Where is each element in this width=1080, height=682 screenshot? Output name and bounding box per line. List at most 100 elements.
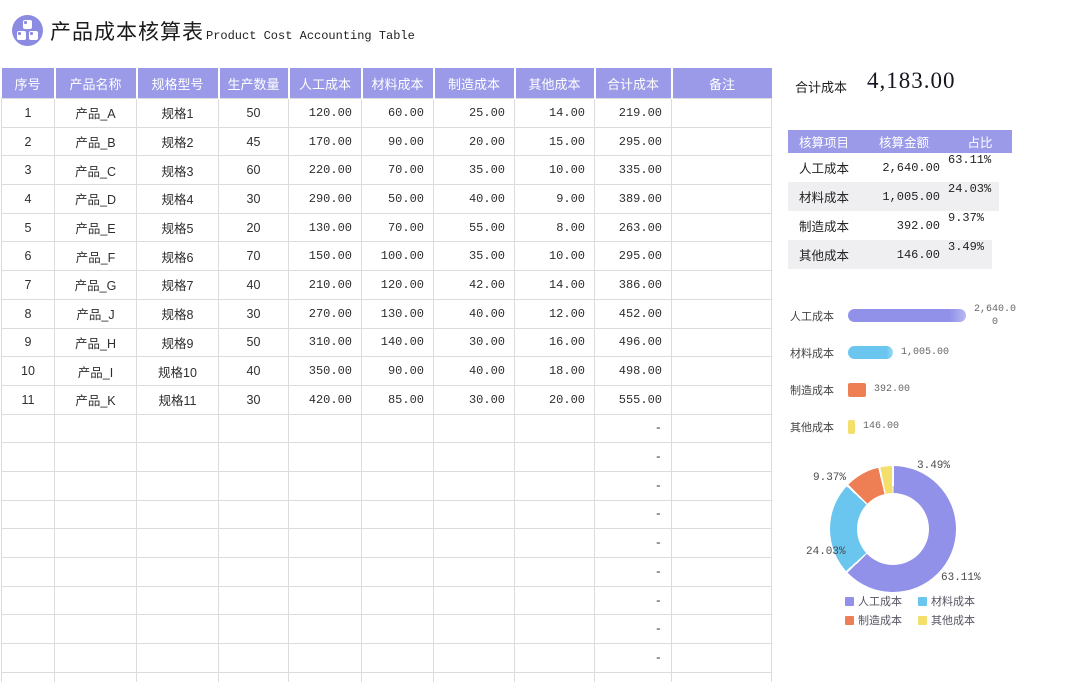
- cell[interactable]: [55, 500, 137, 529]
- cell[interactable]: [2, 615, 55, 644]
- summary-column-header[interactable]: 占比: [948, 130, 1012, 153]
- cell[interactable]: 335.00: [595, 156, 672, 185]
- cell[interactable]: 60: [219, 156, 289, 185]
- cell[interactable]: [219, 586, 289, 615]
- cell[interactable]: 50.00: [362, 185, 434, 214]
- cell[interactable]: [434, 644, 515, 673]
- column-header[interactable]: 其他成本: [515, 68, 595, 99]
- cell[interactable]: 规格2: [137, 127, 219, 156]
- cell[interactable]: 50: [219, 99, 289, 128]
- cell[interactable]: 4: [2, 185, 55, 214]
- cell[interactable]: [515, 615, 595, 644]
- cell[interactable]: 6: [2, 242, 55, 271]
- cell[interactable]: [434, 672, 515, 682]
- cell[interactable]: 7: [2, 271, 55, 300]
- summary-cell[interactable]: 24.03%: [948, 182, 999, 211]
- cell[interactable]: 10: [2, 357, 55, 386]
- cell[interactable]: 18.00: [515, 357, 595, 386]
- cell[interactable]: 规格6: [137, 242, 219, 271]
- cell[interactable]: [362, 471, 434, 500]
- cell[interactable]: [137, 615, 219, 644]
- cell[interactable]: 产品_B: [55, 127, 137, 156]
- summary-cell[interactable]: 146.00: [860, 240, 948, 269]
- cell[interactable]: -: [595, 644, 672, 673]
- cell[interactable]: [672, 357, 772, 386]
- column-header[interactable]: 产品名称: [55, 68, 137, 99]
- summary-column-header[interactable]: 核算金额: [860, 130, 948, 153]
- cell[interactable]: 40: [219, 357, 289, 386]
- cell[interactable]: 130.00: [289, 213, 362, 242]
- cell[interactable]: [55, 672, 137, 682]
- cell[interactable]: 产品_F: [55, 242, 137, 271]
- cell[interactable]: 8.00: [515, 213, 595, 242]
- cell[interactable]: 70.00: [362, 213, 434, 242]
- cell[interactable]: [2, 471, 55, 500]
- bar[interactable]: [848, 420, 855, 434]
- cell[interactable]: 12.00: [515, 299, 595, 328]
- cell[interactable]: [2, 586, 55, 615]
- cell[interactable]: [289, 471, 362, 500]
- cell[interactable]: -: [595, 414, 672, 443]
- cell[interactable]: 规格9: [137, 328, 219, 357]
- cell[interactable]: 30.00: [434, 328, 515, 357]
- cell[interactable]: 产品_H: [55, 328, 137, 357]
- cell[interactable]: [2, 672, 55, 682]
- cell[interactable]: 规格4: [137, 185, 219, 214]
- cell[interactable]: [362, 529, 434, 558]
- summary-cell[interactable]: 材料成本: [788, 182, 860, 211]
- cell[interactable]: 295.00: [595, 127, 672, 156]
- total-cost-value[interactable]: 4,183.00: [867, 68, 956, 94]
- cell[interactable]: [672, 529, 772, 558]
- cell[interactable]: 11: [2, 385, 55, 414]
- cell[interactable]: [219, 644, 289, 673]
- cell[interactable]: 170.00: [289, 127, 362, 156]
- cell[interactable]: [137, 644, 219, 673]
- cell[interactable]: 规格7: [137, 271, 219, 300]
- column-header[interactable]: 备注: [672, 68, 772, 99]
- cell[interactable]: 产品_C: [55, 156, 137, 185]
- cell[interactable]: [515, 443, 595, 472]
- cell[interactable]: [362, 500, 434, 529]
- cell[interactable]: [595, 672, 672, 682]
- cell[interactable]: 40.00: [434, 357, 515, 386]
- cell[interactable]: [219, 615, 289, 644]
- cell[interactable]: 规格5: [137, 213, 219, 242]
- cell[interactable]: 90.00: [362, 127, 434, 156]
- cell[interactable]: [362, 443, 434, 472]
- summary-cell[interactable]: 392.00: [860, 211, 948, 240]
- cell[interactable]: 15.00: [515, 127, 595, 156]
- cell[interactable]: 50: [219, 328, 289, 357]
- cell[interactable]: 310.00: [289, 328, 362, 357]
- cell[interactable]: [289, 414, 362, 443]
- cell[interactable]: 产品_D: [55, 185, 137, 214]
- cell[interactable]: [219, 529, 289, 558]
- cell[interactable]: 5: [2, 213, 55, 242]
- cell[interactable]: [362, 414, 434, 443]
- cell[interactable]: [672, 558, 772, 587]
- cell[interactable]: [362, 615, 434, 644]
- cell[interactable]: -: [595, 443, 672, 472]
- cell[interactable]: 规格3: [137, 156, 219, 185]
- cell[interactable]: 60.00: [362, 99, 434, 128]
- cell[interactable]: [672, 385, 772, 414]
- cell[interactable]: 270.00: [289, 299, 362, 328]
- cell[interactable]: [434, 414, 515, 443]
- cell[interactable]: [137, 529, 219, 558]
- cell[interactable]: [219, 672, 289, 682]
- cell[interactable]: [55, 558, 137, 587]
- summary-cell[interactable]: 3.49%: [948, 240, 992, 269]
- cell[interactable]: [289, 443, 362, 472]
- column-header[interactable]: 合计成本: [595, 68, 672, 99]
- cell[interactable]: 40.00: [434, 299, 515, 328]
- cell[interactable]: 290.00: [289, 185, 362, 214]
- legend-item[interactable]: 人工成本: [845, 593, 902, 609]
- cell[interactable]: 130.00: [362, 299, 434, 328]
- cell[interactable]: [672, 328, 772, 357]
- cell[interactable]: 16.00: [515, 328, 595, 357]
- legend-item[interactable]: 其他成本: [918, 612, 975, 628]
- cell[interactable]: 140.00: [362, 328, 434, 357]
- cell[interactable]: 555.00: [595, 385, 672, 414]
- cell[interactable]: 295.00: [595, 242, 672, 271]
- cost-bar-chart[interactable]: 人工成本2,640.00材料成本1,005.00制造成本392.00其他成本14…: [790, 297, 1016, 445]
- cell[interactable]: 30: [219, 299, 289, 328]
